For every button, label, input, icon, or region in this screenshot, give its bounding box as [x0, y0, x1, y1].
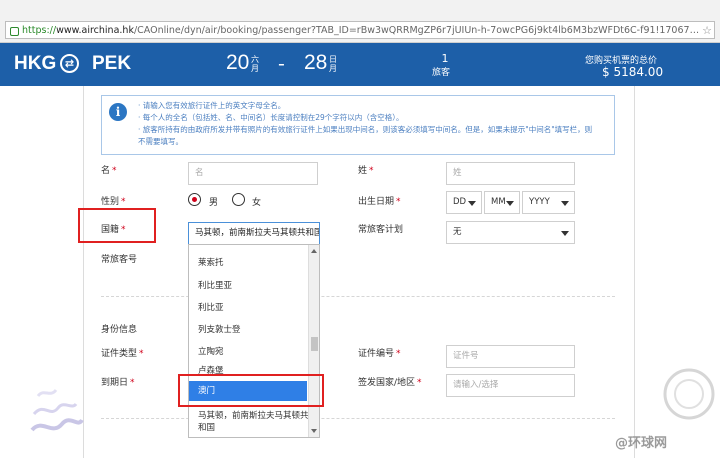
scroll-down-icon[interactable]	[311, 429, 317, 433]
info-icon: i	[109, 103, 127, 121]
browser-toolbar: https:// www.airchina.hk /CAOnline/dyn/a…	[0, 0, 720, 43]
notice-line: · 每个人的全名（包括姓、名、中间名）长度请控制在29个字符以内（含空格）。	[138, 113, 404, 122]
round-trip-icon: ⇄	[60, 54, 79, 73]
ffp-select[interactable]: 无	[446, 221, 575, 244]
dropdown-option[interactable]: 莱索托	[189, 256, 307, 268]
doc-number-input[interactable]: 证件号	[446, 345, 575, 368]
chevron-down-icon	[468, 201, 476, 206]
nationality-label: 国籍 *	[101, 225, 126, 235]
doc-number-label: 证件编号 *	[358, 349, 401, 359]
source-watermark: @环球网	[615, 436, 668, 451]
gender-male-label: 男	[209, 198, 219, 208]
scroll-up-icon[interactable]	[311, 249, 317, 253]
dropdown-option[interactable]: 利比里亚	[189, 279, 307, 291]
dob-label: 出生日期 *	[358, 197, 401, 207]
notice-line: · 旅客所持有的由政府所发并带有照片的有效旅行证件上如果出现中间名，则该客必须填…	[138, 125, 593, 134]
gender-male-radio[interactable]	[188, 193, 201, 206]
url-scheme: https://	[22, 24, 57, 36]
dob-month-select[interactable]: MM	[484, 191, 520, 214]
passenger-count: 1	[441, 52, 449, 65]
return-month-top: 日	[329, 55, 337, 64]
id-section-title: 身份信息	[101, 325, 138, 335]
passenger-label: 旅客	[432, 68, 451, 78]
expiry-label: 到期日 *	[101, 378, 135, 388]
ffp-label: 常旅客计划	[358, 225, 404, 235]
dropdown-scrollbar[interactable]	[308, 245, 319, 437]
lock-icon	[10, 26, 19, 36]
dropdown-option[interactable]: 立陶宛	[189, 345, 307, 357]
chevron-down-icon	[561, 201, 569, 206]
origin-city: HKG	[14, 53, 57, 74]
return-month-bottom: 月	[329, 64, 337, 73]
date-separator: -	[278, 53, 285, 75]
wave-decoration-icon	[30, 388, 84, 432]
selected-option-highlight	[178, 374, 324, 407]
notice-line: 不需要填写。	[138, 137, 183, 146]
dropdown-option[interactable]: 列支敦士登	[189, 323, 307, 335]
dropdown-option[interactable]: 马其顿，前南斯拉夫马其顿共	[189, 409, 309, 421]
notice-line: · 请输入您有效旅行证件上的英文字母全名。	[138, 101, 286, 110]
nationality-input[interactable]: 马其顿，前南斯拉夫马其顿共和国	[188, 222, 320, 245]
url-host: www.airchina.hk	[56, 24, 134, 36]
address-bar[interactable]: https:// www.airchina.hk /CAOnline/dyn/a…	[5, 21, 715, 39]
chevron-down-icon	[506, 201, 514, 206]
first-name-input[interactable]: 名	[188, 162, 318, 185]
issuing-country-input[interactable]: 请输入/选择	[446, 374, 575, 397]
section-divider	[101, 418, 615, 419]
section-divider	[101, 296, 615, 297]
depart-month-bottom: 月	[251, 64, 259, 73]
depart-day: 20	[226, 51, 250, 74]
gender-label: 性别 *	[101, 197, 126, 207]
nationality-dropdown-list[interactable]: 莱索托 利比里亚 利比亚 列支敦士登 立陶宛 卢森堡 澳门 马其顿，前南斯拉夫马…	[188, 244, 320, 438]
url-path: /CAOnline/dyn/air/booking/passenger?TAB_…	[133, 24, 700, 36]
itinerary-header: HKG ⇄ PEK 20 六 月 - 28 日 月 1 旅客 您购买机票的总价 …	[0, 43, 720, 86]
stamp-watermark-icon	[663, 368, 715, 420]
gender-female-label: 女	[252, 198, 262, 208]
dob-year-select[interactable]: YYYY	[522, 191, 575, 214]
dob-day-select[interactable]: DD	[446, 191, 482, 214]
doc-type-label: 证件类型 *	[101, 349, 144, 359]
first-name-label: 名 *	[101, 166, 117, 176]
total-price-value: $ 5184.00	[602, 65, 664, 79]
last-name-input[interactable]: 姓	[446, 162, 575, 185]
depart-month-top: 六	[251, 55, 259, 64]
bookmark-star-icon[interactable]: ☆	[700, 24, 714, 37]
dropdown-option[interactable]: 利比亚	[189, 301, 307, 313]
name-instructions-notice: i · 请输入您有效旅行证件上的英文字母全名。 · 每个人的全名（包括姓、名、中…	[101, 95, 615, 155]
last-name-label: 姓 *	[358, 166, 374, 176]
ffn-label: 常旅客号	[101, 255, 138, 265]
return-day: 28	[304, 51, 328, 74]
destination-city: PEK	[92, 53, 132, 74]
dropdown-option[interactable]: 和国	[189, 421, 307, 433]
issuing-country-label: 签发国家/地区 *	[358, 378, 422, 388]
chevron-down-icon	[561, 231, 569, 236]
gender-female-radio[interactable]	[232, 193, 245, 206]
scrollbar-thumb[interactable]	[311, 337, 318, 351]
